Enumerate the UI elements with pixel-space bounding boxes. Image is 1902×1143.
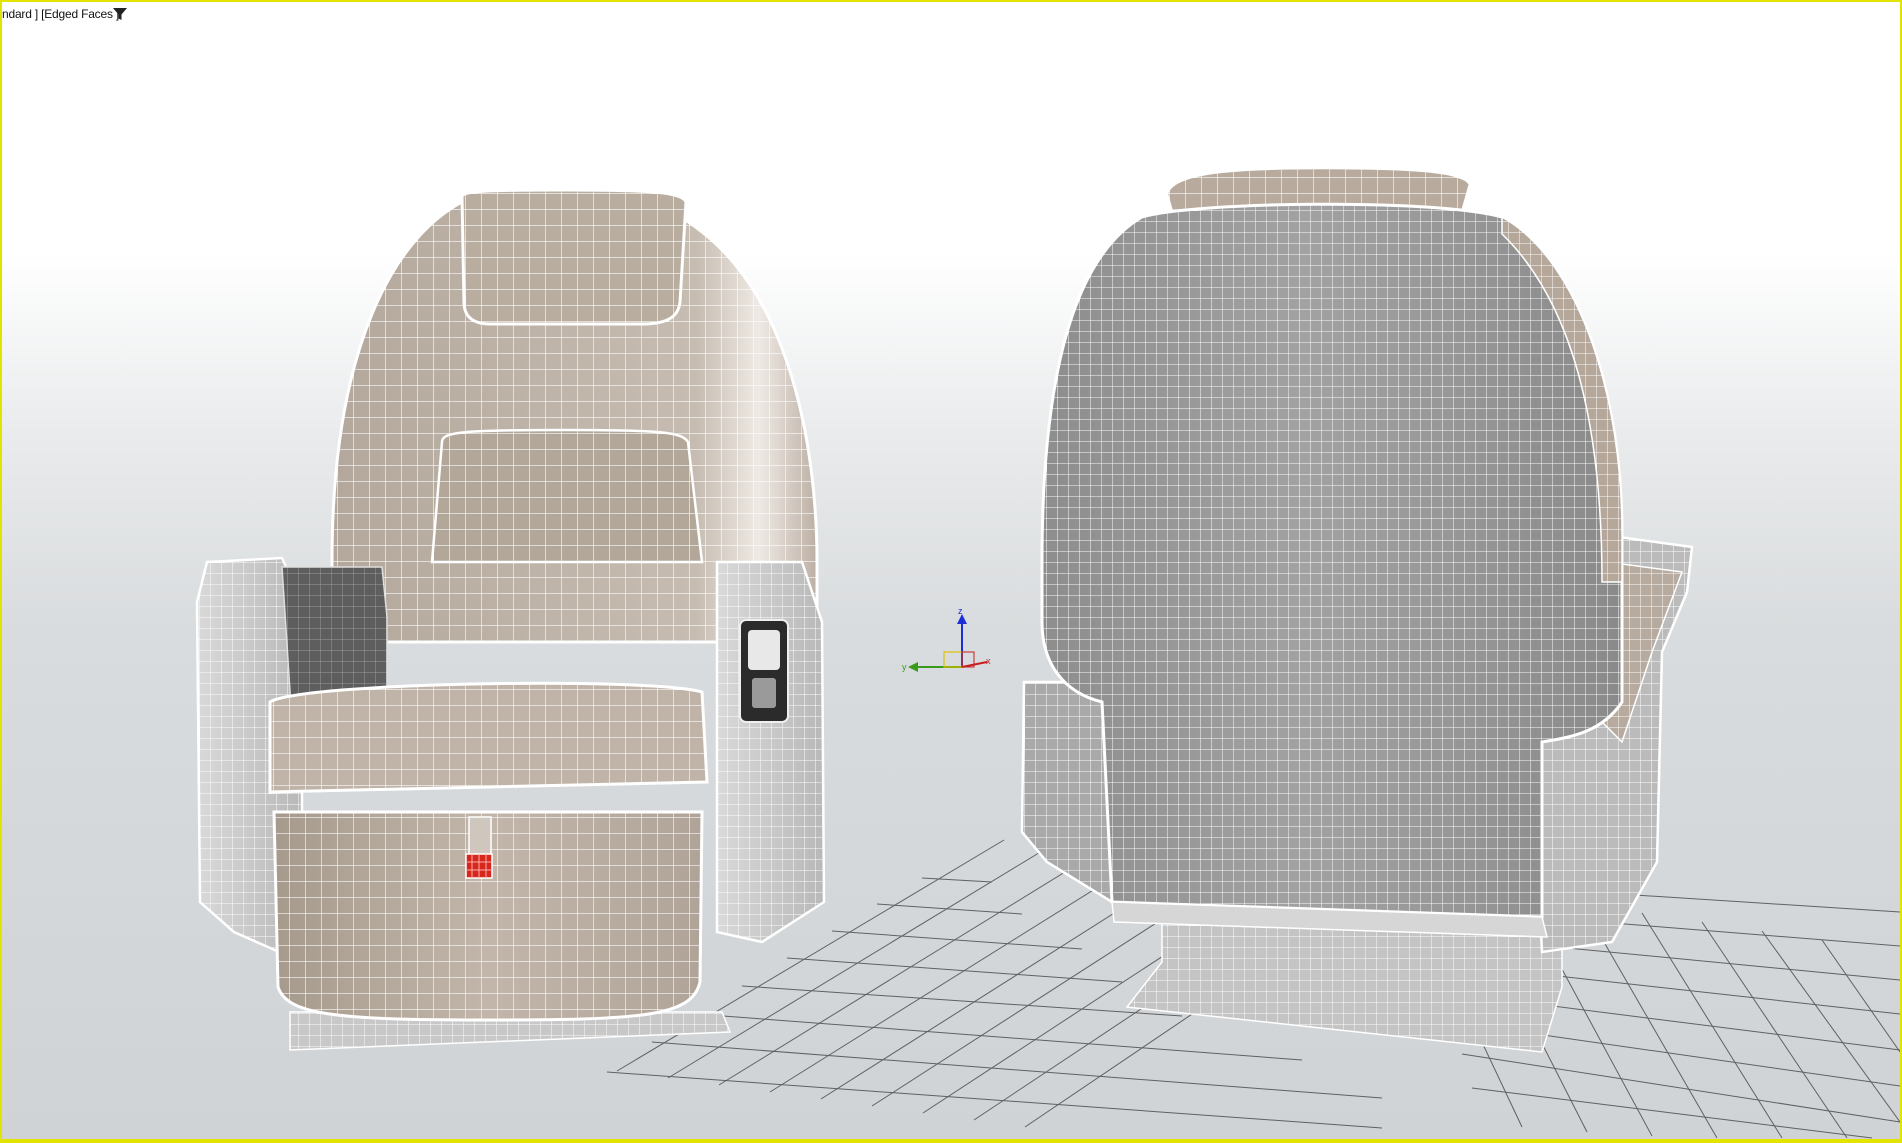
gizmo-z-label: z [958,606,963,616]
axis-gizmo[interactable]: z y x [902,606,991,672]
scene-canvas[interactable]: z y x [2,2,1900,1139]
gizmo-x-label: x [986,656,991,666]
3d-viewport[interactable]: ndard ] [Edged Faces ] z y x [0,0,1902,1143]
rear-facing-seat[interactable] [1020,166,1694,1053]
gizmo-y-label: y [902,662,907,672]
front-facing-seat[interactable] [195,186,826,1051]
